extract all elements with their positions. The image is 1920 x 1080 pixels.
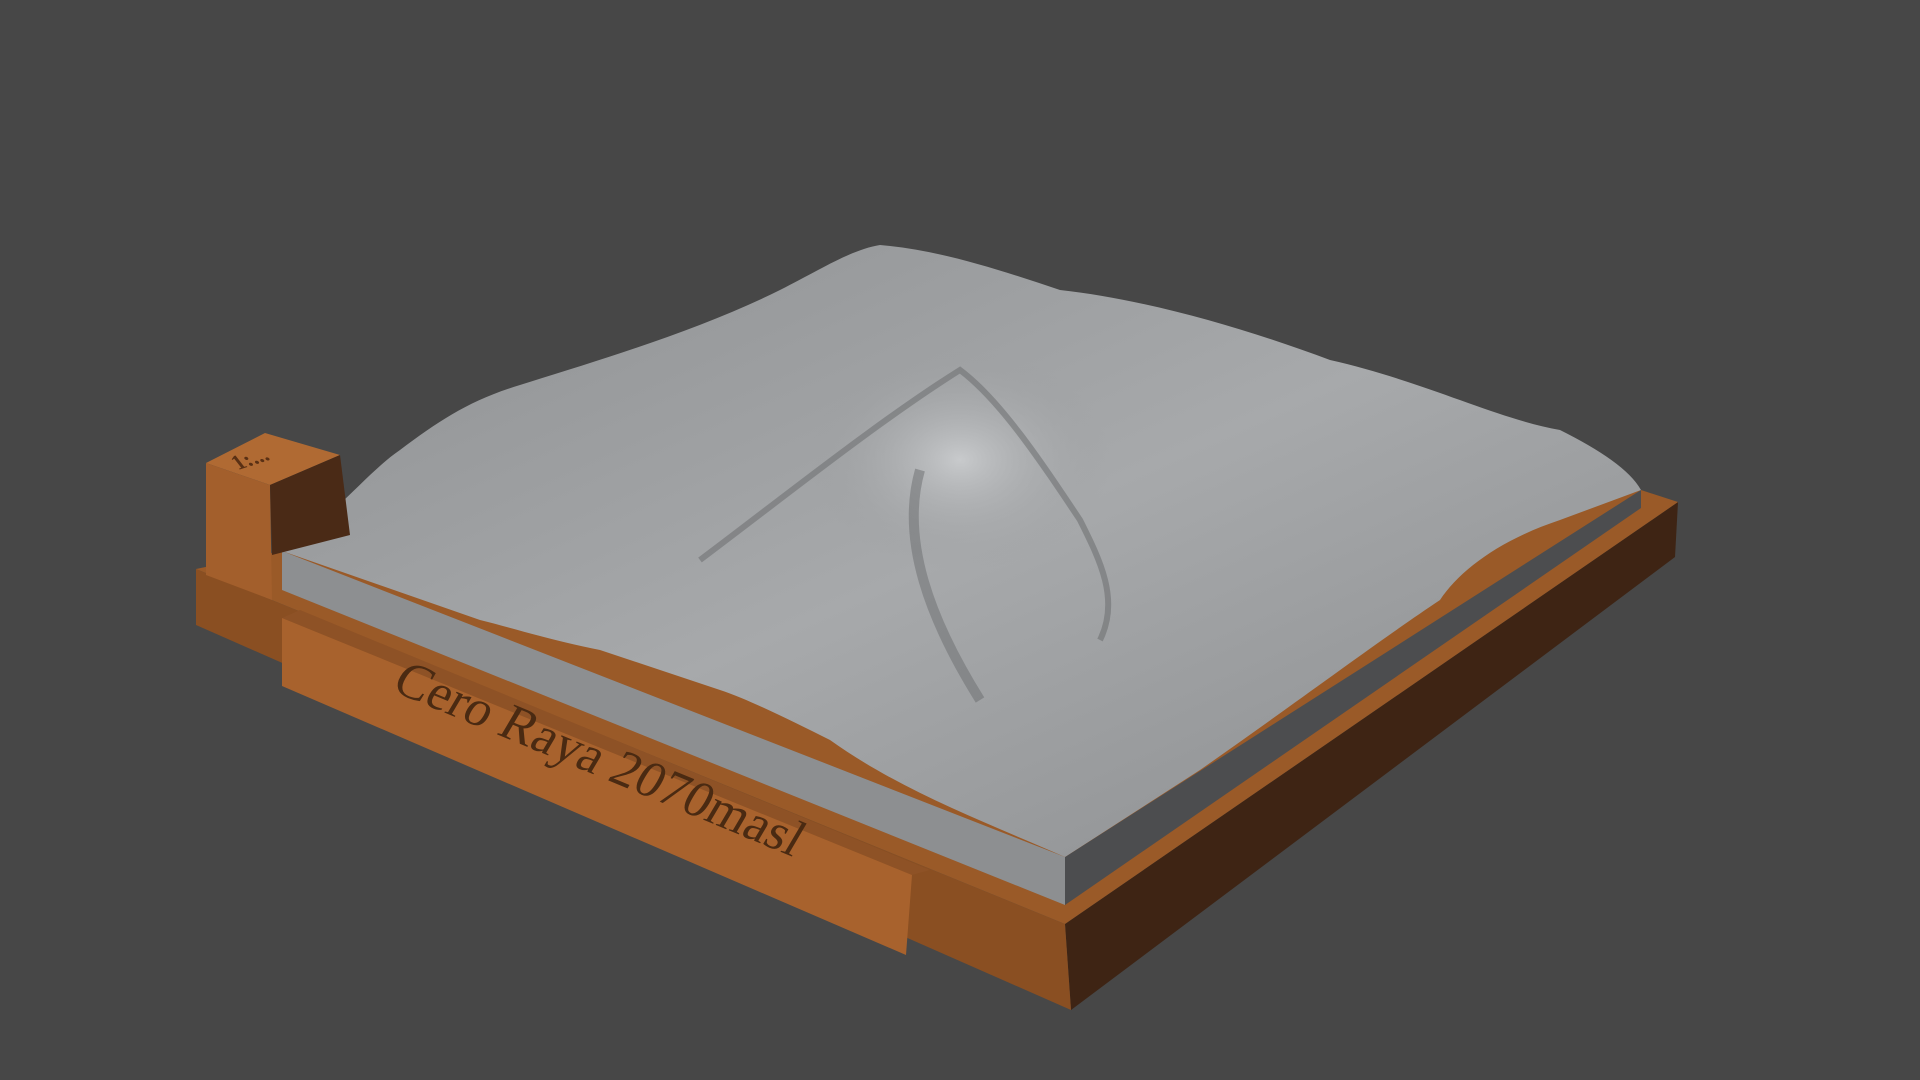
mountain-peak-highlight [810, 350, 1110, 570]
terrain-model: Cero Raya 2070masl 1:... [196, 245, 1678, 1010]
render-viewport: Cero Raya 2070masl 1:... [196, 245, 1678, 1010]
